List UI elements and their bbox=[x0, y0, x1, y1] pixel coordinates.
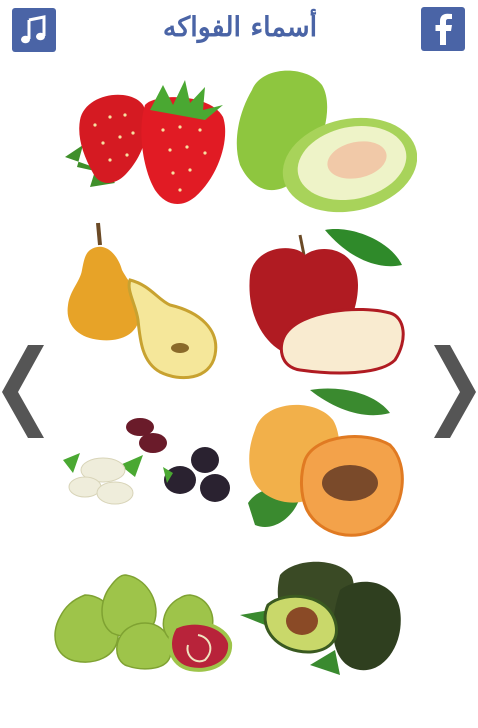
facebook-share-button[interactable] bbox=[421, 7, 465, 51]
fruit-mulberry[interactable] bbox=[55, 415, 235, 515]
avocado-image bbox=[240, 561, 401, 675]
apricot-image bbox=[248, 388, 404, 537]
chevron-right-icon bbox=[434, 345, 476, 438]
fruit-avocado[interactable] bbox=[240, 555, 405, 680]
facebook-icon bbox=[435, 13, 452, 45]
chevron-left-icon bbox=[2, 345, 44, 438]
fig-image bbox=[54, 574, 233, 672]
music-note-icon bbox=[21, 15, 46, 44]
fruit-guava[interactable] bbox=[232, 65, 417, 215]
app-header: أسماء الفواكه bbox=[0, 0, 478, 58]
page-title: أسماء الفواكه bbox=[162, 12, 318, 43]
fruit-pear[interactable] bbox=[60, 220, 225, 385]
guava-image bbox=[236, 70, 417, 213]
pear-image bbox=[67, 222, 218, 380]
previous-page-button[interactable] bbox=[0, 345, 46, 440]
fruit-apricot[interactable] bbox=[245, 385, 405, 540]
fruit-strawberry[interactable] bbox=[55, 75, 230, 210]
apple-image bbox=[249, 229, 405, 375]
mulberry-image bbox=[63, 418, 230, 505]
fruit-fig[interactable] bbox=[50, 565, 235, 675]
music-toggle-button[interactable] bbox=[12, 8, 56, 52]
fruit-apple[interactable] bbox=[240, 225, 410, 380]
next-page-button[interactable] bbox=[432, 345, 478, 440]
strawberry-image bbox=[65, 80, 226, 205]
